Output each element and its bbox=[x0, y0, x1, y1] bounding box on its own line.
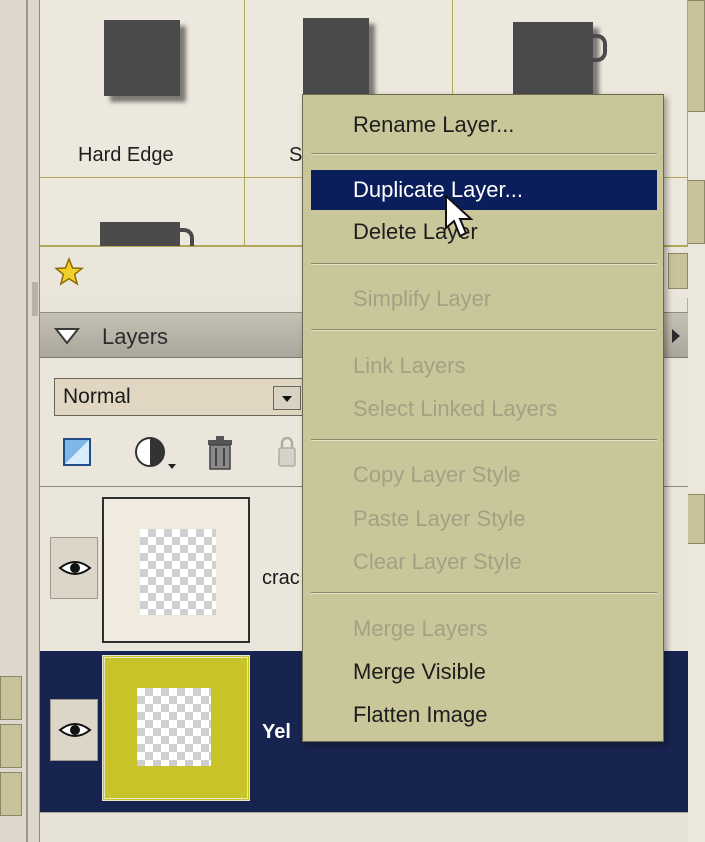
blend-mode-value: Normal bbox=[63, 385, 131, 408]
panel-menu-button[interactable] bbox=[668, 253, 688, 289]
chevron-down-icon[interactable] bbox=[273, 386, 301, 410]
layer-thumbnail bbox=[102, 655, 250, 801]
blend-mode-select[interactable]: Normal bbox=[54, 378, 344, 416]
menu-item-copy-layer-style[interactable]: Copy Layer Style bbox=[311, 455, 657, 495]
menu-item-clear-layer-style[interactable]: Clear Layer Style bbox=[311, 542, 657, 582]
layers-panel-footer bbox=[40, 812, 688, 842]
visibility-toggle[interactable] bbox=[50, 699, 98, 761]
layer-thumbnail bbox=[102, 497, 250, 643]
menu-item-paste-layer-style[interactable]: Paste Layer Style bbox=[311, 499, 657, 539]
transparency-checker bbox=[137, 688, 211, 766]
lock-icon[interactable] bbox=[276, 434, 298, 470]
menu-separator bbox=[311, 439, 657, 441]
layer-context-menu: Rename Layer... Duplicate Layer... Delet… bbox=[302, 94, 664, 742]
visibility-toggle[interactable] bbox=[50, 537, 98, 599]
style-preview bbox=[303, 18, 369, 94]
right-scroll-strip bbox=[687, 0, 705, 842]
style-preview-handle bbox=[180, 228, 194, 246]
eye-icon bbox=[58, 561, 92, 575]
menu-item-select-linked-layers[interactable]: Select Linked Layers bbox=[311, 389, 657, 429]
layer-name[interactable]: crac bbox=[262, 567, 300, 590]
menu-item-delete-layer[interactable]: Delete Layer bbox=[311, 212, 657, 252]
menu-separator bbox=[311, 153, 657, 155]
menu-item-flatten-image[interactable]: Flatten Image bbox=[311, 695, 657, 735]
transparency-checker bbox=[140, 529, 216, 615]
style-preview bbox=[104, 20, 180, 96]
style-thumbnail-hard-edge[interactable]: Hard Edge bbox=[40, 0, 245, 178]
new-layer-icon[interactable] bbox=[58, 434, 96, 470]
style-preview bbox=[513, 22, 593, 96]
menu-separator bbox=[311, 263, 657, 265]
scrollbar-button[interactable] bbox=[687, 0, 705, 112]
panel-resize-grip[interactable] bbox=[32, 282, 38, 316]
menu-item-rename-layer[interactable]: Rename Layer... bbox=[311, 105, 657, 145]
menu-item-duplicate-layer[interactable]: Duplicate Layer... bbox=[311, 170, 657, 210]
trash-icon[interactable] bbox=[204, 434, 236, 470]
panel-options-arrow-icon[interactable] bbox=[672, 329, 680, 343]
scrollbar-button[interactable] bbox=[687, 180, 705, 244]
layers-panel-title: Layers bbox=[102, 324, 169, 349]
mouse-cursor-icon bbox=[445, 194, 474, 238]
dock-divider bbox=[26, 0, 28, 842]
style-preview-handle bbox=[593, 34, 607, 62]
eye-icon bbox=[58, 723, 92, 737]
menu-separator bbox=[311, 329, 657, 331]
menu-item-merge-layers[interactable]: Merge Layers bbox=[311, 609, 657, 649]
menu-item-simplify-layer[interactable]: Simplify Layer bbox=[311, 279, 657, 319]
dock-tab[interactable] bbox=[0, 772, 22, 816]
style-label: Hard Edge bbox=[78, 144, 174, 166]
style-thumbnail[interactable] bbox=[40, 178, 245, 246]
menu-separator bbox=[311, 592, 657, 594]
star-icon[interactable] bbox=[54, 257, 84, 287]
collapse-triangle-icon[interactable] bbox=[54, 327, 80, 345]
left-dock-strip bbox=[0, 0, 40, 842]
layers-scroll-up-button[interactable] bbox=[687, 494, 705, 544]
style-preview bbox=[100, 222, 180, 246]
dock-tab[interactable] bbox=[0, 724, 22, 768]
style-label: S bbox=[289, 144, 303, 166]
menu-item-link-layers[interactable]: Link Layers bbox=[311, 346, 657, 386]
adjustment-layer-icon[interactable] bbox=[132, 434, 178, 470]
menu-item-merge-visible[interactable]: Merge Visible bbox=[311, 652, 657, 692]
dock-tab[interactable] bbox=[0, 676, 22, 720]
layer-name[interactable]: Yel bbox=[262, 721, 291, 744]
